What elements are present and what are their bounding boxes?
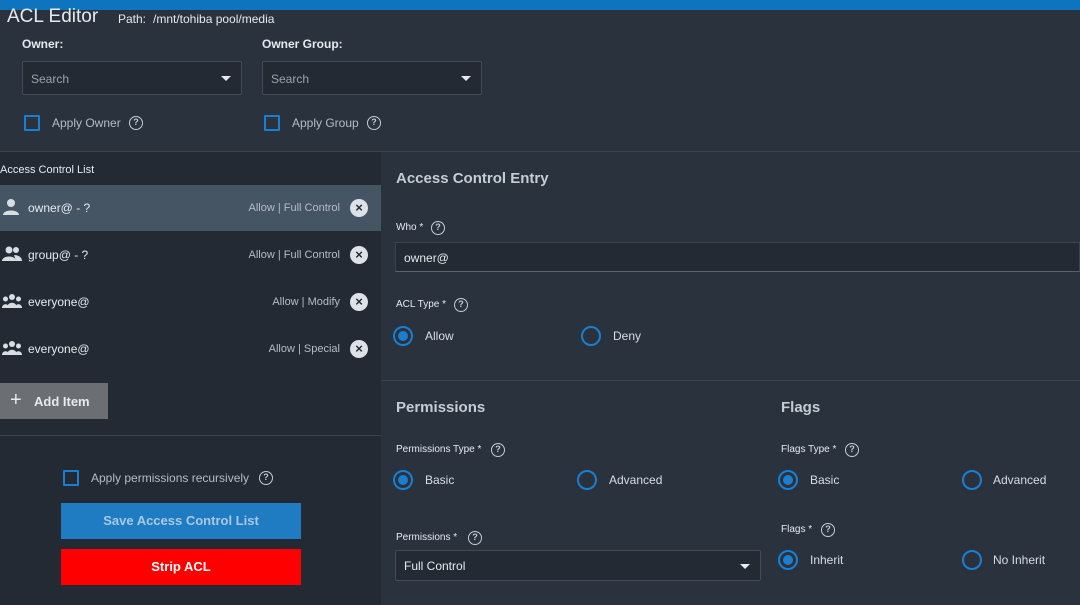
acl-item-perm: Allow | Modify — [272, 296, 340, 308]
flags-inherit-radio[interactable] — [778, 550, 798, 570]
flags-inherit-label: Inherit — [810, 553, 844, 567]
owner-placeholder: Search — [31, 72, 70, 86]
permissions-value: Full Control — [404, 559, 466, 573]
apply-owner-checkbox[interactable] — [24, 115, 40, 131]
flags-type-advanced-label: Advanced — [993, 473, 1047, 487]
everyone-icon — [2, 294, 22, 308]
flags-type-label: Flags Type * — [781, 444, 837, 455]
help-icon[interactable]: ? — [845, 443, 859, 457]
acl-item-perm: Allow | Full Control — [248, 249, 341, 261]
perm-type-advanced-label: Advanced — [609, 473, 663, 487]
save-acl-button[interactable]: Save Access Control List — [61, 503, 301, 539]
permissions-type-label: Permissions Type * — [396, 444, 482, 455]
help-icon[interactable]: ? — [431, 221, 445, 235]
owner-group-select[interactable]: Search — [262, 61, 482, 95]
flags-no-inherit-radio[interactable] — [962, 550, 982, 570]
permissions-title: Permissions — [396, 399, 486, 416]
owner-group-placeholder: Search — [271, 72, 310, 86]
flags-no-inherit-label: No Inherit — [993, 553, 1046, 567]
user-icon — [3, 199, 19, 215]
permissions-label: Permissions * — [396, 532, 458, 543]
help-icon[interactable]: ? — [129, 116, 143, 130]
acl-item-who: everyone@ — [28, 342, 90, 356]
ace-panel — [381, 152, 1080, 605]
who-input[interactable]: owner@ — [395, 242, 1080, 272]
who-value: owner@ — [404, 251, 449, 265]
page-title: ACL Editor — [7, 6, 99, 27]
remove-icon[interactable]: × — [350, 199, 368, 217]
acl-item-who: group@ - ? — [28, 248, 89, 262]
acl-type-deny-label: Deny — [613, 329, 642, 343]
path-value: /mnt/tohiba pool/media — [153, 12, 275, 26]
permissions-select[interactable]: Full Control — [395, 550, 761, 581]
chevron-down-icon — [221, 76, 231, 81]
strip-acl-button[interactable]: Strip ACL — [61, 549, 301, 585]
ace-title: Access Control Entry — [396, 170, 549, 187]
path-label: Path: — [118, 12, 147, 26]
remove-icon[interactable]: × — [350, 246, 368, 264]
flags-type-basic-label: Basic — [810, 473, 840, 487]
top-bar — [0, 0, 1080, 10]
flags-label: Flags * — [781, 524, 813, 535]
help-icon[interactable]: ? — [821, 523, 835, 537]
help-icon[interactable]: ? — [259, 471, 273, 485]
add-item-button[interactable]: + Add Item — [0, 383, 108, 419]
apply-group-label: Apply Group — [292, 116, 359, 130]
apply-owner-label: Apply Owner — [52, 116, 121, 130]
help-icon[interactable]: ? — [367, 116, 381, 130]
owner-select[interactable]: Search — [22, 61, 242, 95]
acl-type-label: ACL Type * — [396, 299, 447, 310]
owner-label: Owner: — [22, 37, 64, 51]
acl-item-perm: Allow | Special — [268, 343, 340, 355]
owner-group-label: Owner Group: — [262, 37, 343, 51]
perm-type-advanced-radio[interactable] — [577, 470, 597, 490]
add-item-label: Add Item — [34, 394, 90, 409]
apply-recursive-label: Apply permissions recursively — [91, 471, 250, 485]
remove-icon[interactable]: × — [350, 340, 368, 358]
acl-list-item[interactable]: everyone@ Allow | Special × — [0, 326, 381, 372]
flags-type-advanced-radio[interactable] — [962, 470, 982, 490]
group-icon — [2, 246, 22, 261]
acl-type-allow-label: Allow — [425, 329, 454, 343]
acl-item-who: everyone@ — [28, 295, 90, 309]
acl-item-who: owner@ - ? — [28, 201, 91, 215]
who-label: Who * — [396, 222, 424, 233]
acl-list-item[interactable]: group@ - ? Allow | Full Control × — [0, 232, 381, 278]
perm-type-basic-radio[interactable] — [393, 470, 413, 490]
acl-list-item[interactable]: owner@ - ? Allow | Full Control × — [0, 185, 381, 231]
acl-item-perm: Allow | Full Control — [248, 202, 341, 214]
flags-title: Flags — [781, 399, 821, 416]
everyone-icon — [2, 341, 22, 355]
acl-type-allow-radio[interactable] — [393, 326, 413, 346]
help-icon[interactable]: ? — [468, 531, 482, 545]
divider — [0, 435, 381, 436]
acl-type-deny-radio[interactable] — [581, 326, 601, 346]
acl-list-item[interactable]: everyone@ Allow | Modify × — [0, 279, 381, 325]
apply-recursive-checkbox[interactable] — [63, 470, 79, 486]
acl-list-header: Access Control List — [0, 164, 95, 176]
flags-type-basic-radio[interactable] — [778, 470, 798, 490]
apply-group-checkbox[interactable] — [264, 115, 280, 131]
plus-icon: + — [10, 389, 22, 411]
chevron-down-icon — [461, 76, 471, 81]
remove-icon[interactable]: × — [350, 293, 368, 311]
perm-type-basic-label: Basic — [425, 473, 455, 487]
divider — [381, 380, 1080, 381]
help-icon[interactable]: ? — [454, 298, 468, 312]
help-icon[interactable]: ? — [491, 443, 505, 457]
chevron-down-icon — [740, 564, 750, 569]
